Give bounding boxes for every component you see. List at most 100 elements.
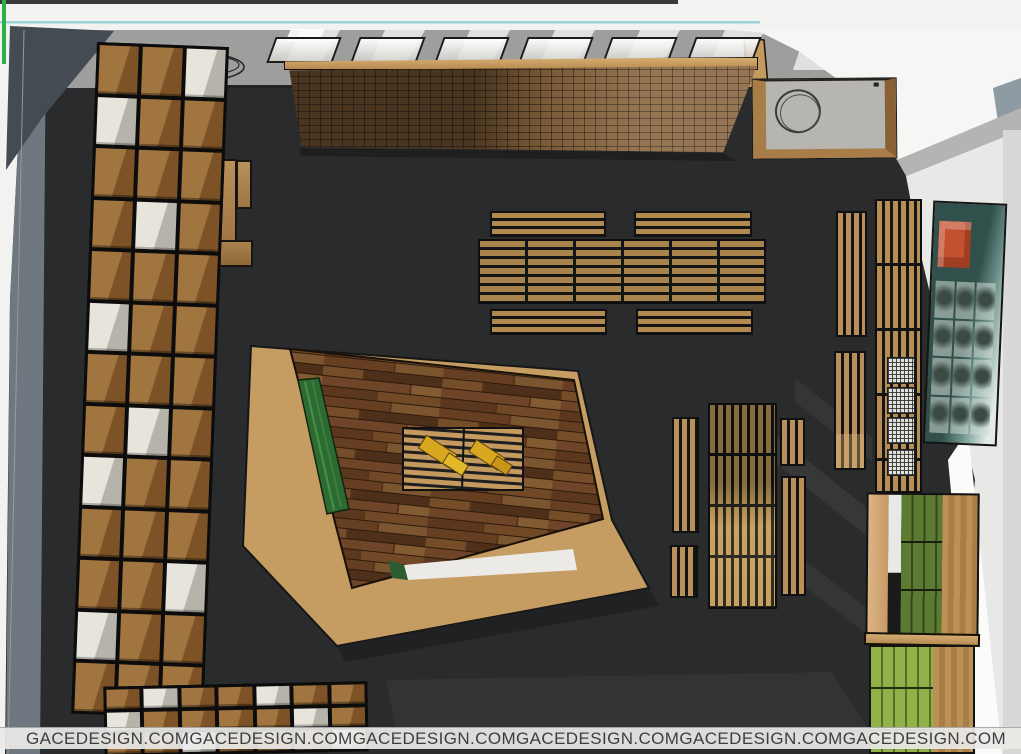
wire-basket-2 <box>887 387 915 414</box>
bench-bottom-left <box>490 309 607 335</box>
locker-wood-side <box>941 495 977 643</box>
shelf-cube <box>126 459 167 508</box>
poster-photo-cell <box>976 282 996 319</box>
bench-top-left <box>490 211 606 237</box>
shelf-cube <box>124 510 165 559</box>
shelf-cube <box>181 687 215 706</box>
shelf-cube <box>139 98 180 147</box>
communal-table-horizontal <box>478 239 766 304</box>
shelf-cube <box>80 509 121 558</box>
shelf-cube <box>165 563 206 612</box>
poster-photo-cell <box>970 398 990 435</box>
cube-bookshelf-wall <box>71 42 229 719</box>
locker-white-panel <box>888 495 902 573</box>
shelf-cube <box>183 100 224 149</box>
shelf-cube <box>128 407 169 456</box>
shelf-cube <box>256 686 290 705</box>
watermark-text-3: GACEDESIGN.COM <box>353 729 516 749</box>
watermark-text-1: GACEDESIGN.COM <box>26 729 189 749</box>
shelf-cube <box>169 460 210 509</box>
shelf-cube <box>175 306 216 355</box>
poster-photo-cell <box>955 282 975 319</box>
shelf-cube <box>76 612 117 661</box>
wall-counter-with-baskets <box>875 199 922 493</box>
poster-photo-cell <box>952 359 972 396</box>
shelf-cube <box>179 203 220 252</box>
poster-photo-grid <box>929 281 996 435</box>
shelf-cube <box>96 97 137 146</box>
shelf-cube <box>163 615 204 664</box>
skylight-frame-3 <box>434 37 509 63</box>
shelf-cube <box>122 562 163 611</box>
round-basin-inner <box>780 94 820 132</box>
shelf-cube <box>84 406 125 455</box>
bench-left-lower <box>670 545 698 598</box>
skylight-frame-2 <box>350 37 425 63</box>
slatted-display-panel <box>287 66 757 154</box>
locker-green-doors <box>900 495 942 643</box>
bench-top-right <box>634 211 752 237</box>
shelf-cube <box>171 409 212 458</box>
watermark-text-6: GACEDESIGN.COM <box>843 729 1006 749</box>
shelf-cube <box>82 457 123 506</box>
render-canvas: GACEDESIGN.COM GACEDESIGN.COM GACEDESIGN… <box>0 0 1021 754</box>
locker-tan-side <box>867 495 888 643</box>
shelf-cube <box>88 303 129 352</box>
shelf-cube <box>94 148 135 197</box>
wall-bench-upper <box>836 211 867 337</box>
poster-photo-cell <box>929 396 949 433</box>
shelf-cube <box>167 512 208 561</box>
bench-left-upper <box>672 417 699 533</box>
bench-bottom-right <box>636 309 753 335</box>
shelf-cube <box>294 708 328 727</box>
shelf-cube <box>78 560 119 609</box>
cabinet-dot <box>874 83 879 87</box>
wire-basket-3 <box>887 417 915 444</box>
poster-photo-cell <box>974 321 994 358</box>
poster-orange-square <box>937 221 971 268</box>
poster-photo-cell <box>972 359 992 396</box>
poster-photo-cell <box>934 281 954 318</box>
shelf-cube <box>293 685 327 704</box>
shelf-cube <box>90 251 131 300</box>
bench-right-lower <box>781 476 806 596</box>
shelf-cube <box>219 687 253 706</box>
shelf-cube <box>141 47 182 96</box>
watermark-text-5: GACEDESIGN.COM <box>679 729 842 749</box>
display-cabinet <box>753 78 897 158</box>
shelf-cube <box>106 689 140 708</box>
wall-bench-lower <box>834 351 866 470</box>
reception-desk-tab <box>236 160 252 209</box>
poster-artwork <box>923 201 1008 447</box>
poster-photo-cell <box>953 320 973 357</box>
shelf-cube <box>86 354 127 403</box>
shelf-cube <box>92 200 133 249</box>
bench-right-upper <box>780 418 805 466</box>
communal-table-vertical <box>708 403 777 609</box>
watermark-band: GACEDESIGN.COM GACEDESIGN.COM GACEDESIGN… <box>0 727 1021 749</box>
shelf-cube <box>331 684 365 703</box>
shelf-cube <box>177 254 218 303</box>
shelf-cube <box>219 709 253 728</box>
shelf-cube <box>181 151 222 200</box>
shelf-cube <box>331 707 365 726</box>
shelf-cube <box>133 253 174 302</box>
shelf-cube <box>129 356 170 405</box>
poster-photo-cell <box>933 319 953 356</box>
watermark-text-4: GACEDESIGN.COM <box>516 729 679 749</box>
shelf-cube <box>120 613 161 662</box>
green-lockers-upper <box>865 493 979 646</box>
shelf-cube <box>135 201 176 250</box>
shelf-cube <box>98 45 139 94</box>
poster-photo-cell <box>931 358 951 395</box>
watermark-text-2: GACEDESIGN.COM <box>189 729 352 749</box>
shelf-cube <box>257 709 291 728</box>
wire-basket-1 <box>887 357 915 384</box>
shelf-cube <box>144 688 178 707</box>
skylight-frame-1 <box>266 37 341 63</box>
shelf-cube <box>173 357 214 406</box>
poster-photo-cell <box>950 397 970 434</box>
shelf-cube <box>137 150 178 199</box>
shelf-cube <box>185 48 226 97</box>
shelf-cube <box>131 304 172 353</box>
